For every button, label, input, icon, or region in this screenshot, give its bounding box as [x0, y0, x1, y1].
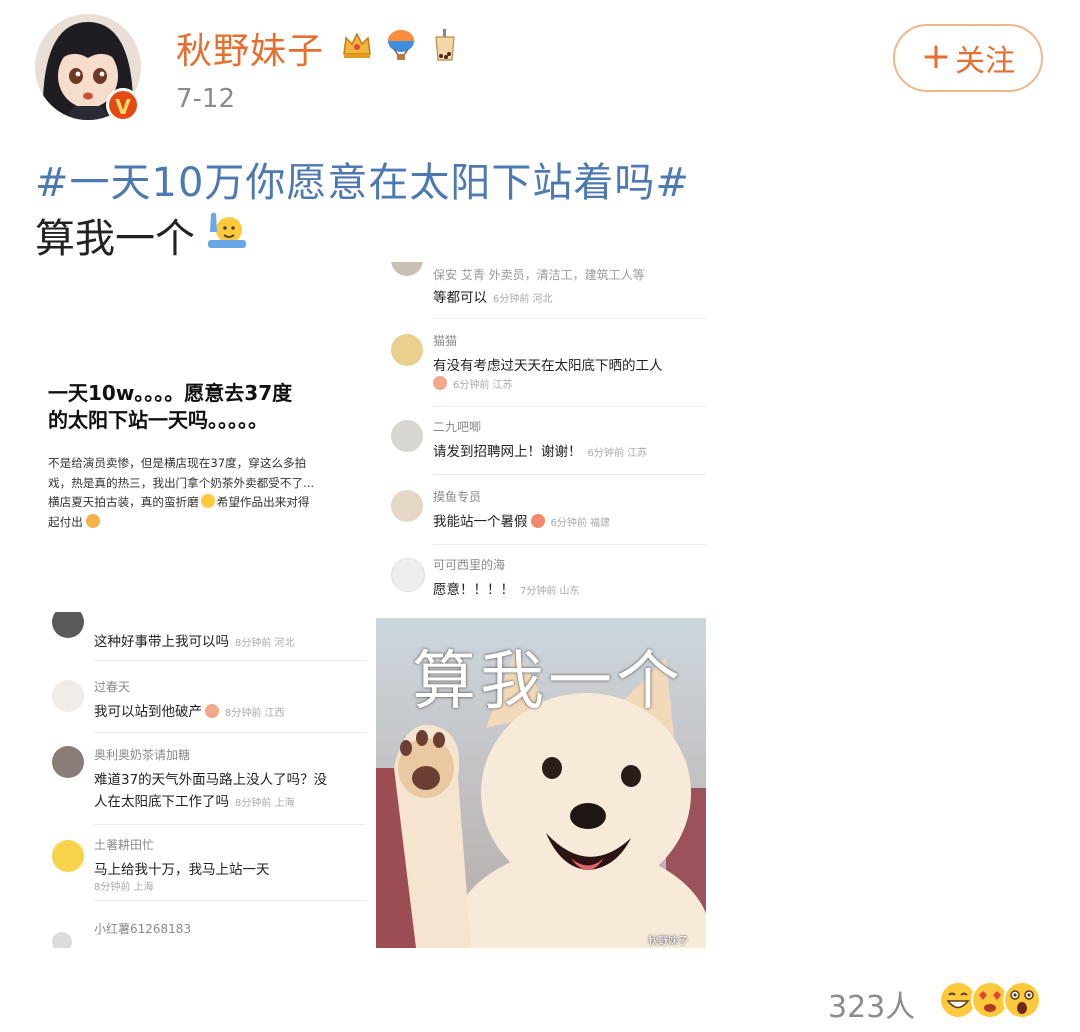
commenter-avatar — [52, 746, 84, 778]
commenter-avatar — [52, 840, 84, 872]
commenter-name: 土著耕田忙 — [94, 838, 155, 852]
commenter-avatar — [52, 932, 72, 948]
commenter-avatar — [391, 558, 425, 592]
comment-text: 有没有考虑过天天在太阳底下晒的工人 — [433, 358, 663, 374]
commenter-name: 猫猫 — [433, 334, 458, 348]
comment-meta: 8分钟前 上海 — [94, 882, 154, 893]
comment-item: 保安 艾青 外卖员，清洁工，建筑工人等 等都可以 6分钟前 河北 — [378, 262, 706, 319]
commenter-name: 可可西里的海 — [433, 558, 506, 572]
comment-meta: 8分钟前 上海 — [235, 798, 295, 809]
commenter-avatar — [391, 420, 423, 452]
bubble-tea-icon — [435, 29, 455, 61]
commenter-avatar — [391, 334, 423, 366]
plus-icon: + — [920, 35, 952, 77]
comment-text: 等都可以 — [433, 290, 487, 306]
follow-label: 关注 — [955, 44, 1016, 79]
comment-item: 二九吧唧 请发到招聘网上！谢谢！ 6分钟前 江苏 — [378, 418, 706, 475]
comment-meta: 6分钟前 江苏 — [453, 380, 513, 391]
comment-item: 摸鱼专员 我能站一个暑假 6分钟前 福建 — [378, 488, 706, 545]
raising-hand-emoji-icon — [208, 212, 246, 248]
comment-meta: 6分钟前 江苏 — [587, 448, 648, 459]
comment-text: 我能站一个暑假 — [433, 514, 528, 530]
reaction-count[interactable]: 323人 — [828, 982, 915, 1026]
author-name[interactable]: 秋野妹子 — [176, 22, 324, 74]
article-title: 一天10w。。。。愿意去37度 的太阳下站一天吗。。。。。 — [48, 380, 292, 434]
emoji-icon — [85, 513, 100, 528]
comment-text: 愿意！！！！ — [433, 582, 514, 598]
commenter-avatar — [391, 262, 423, 276]
commenter-avatar — [391, 490, 423, 522]
comment-text: 人在太阳底下工作了吗 — [94, 794, 229, 810]
article-title-line: 一天10w。。。。愿意去37度 — [48, 381, 293, 405]
hot-air-balloon-icon — [388, 30, 414, 60]
commenter-name: 小红薯61268183 — [94, 922, 192, 936]
commenter-avatar — [52, 612, 84, 638]
comment-text: 我可以站到他破产 — [94, 704, 202, 720]
comment-item: 小红薯61268183 — [40, 914, 366, 948]
comment-item: 过春天 我可以站到他破产 8分钟前 江西 — [40, 676, 366, 736]
sweat-smile-emoji-icon — [200, 494, 215, 508]
surprised-emoji-icon — [1003, 981, 1041, 1019]
comment-item: 奥利奥奶茶请加糖 难道37的天气外面马路上没人了吗？没 人在太阳底下工作了吗 8分… — [40, 746, 366, 826]
article-body-line: 横店夏天拍古装，真的蛮折磨 希望作品出来对得 — [48, 494, 310, 509]
comment-item: 土著耕田忙 马上给我十万，我马上站一天 8分钟前 上海 — [40, 836, 366, 906]
commenter-avatar — [52, 680, 84, 712]
commenter-name: 摸鱼专员 — [433, 490, 482, 504]
comment-meta: 6分钟前 福建 — [550, 518, 611, 529]
verified-badge: V — [106, 88, 140, 122]
image-watermark: 秋野妹子 — [648, 936, 688, 947]
comment-meta: 7分钟前 山东 — [520, 586, 580, 597]
article-body-line: 起付出 — [48, 513, 314, 533]
commenter-name: 二九吧唧 — [433, 420, 482, 434]
comment-text: 这种好事带上我可以吗 — [94, 634, 229, 650]
comment-meta: 8分钟前 江西 — [225, 708, 285, 719]
post-date: 7-12 — [176, 84, 236, 114]
comments-screenshot-right: 保安 艾青 外卖员，清洁工，建筑工人等 等都可以 6分钟前 河北 猫猫 有没有考虑… — [378, 262, 706, 612]
commenter-name: 过春天 — [94, 680, 131, 694]
article-title-line: 的太阳下站一天吗。。。。。 — [48, 408, 268, 432]
comment-item: 这种好事带上我可以吗 8分钟前 河北 — [40, 612, 366, 662]
comment-meta: 8分钟前 河北 — [235, 638, 295, 649]
follow-button[interactable]: + 关注 — [893, 24, 1043, 92]
comment-item: 猫猫 有没有考虑过天天在太阳底下晒的工人 6分钟前 江苏 — [378, 332, 706, 407]
topic-hashtag-link[interactable]: #一天10万你愿意在太阳下站着吗# — [35, 150, 690, 208]
comments-screenshot-left: 这种好事带上我可以吗 8分钟前 河北 过春天 我可以站到他破产 8分钟前 江西 奥利… — [40, 612, 366, 948]
comment-meta: 6分钟前 河北 — [493, 294, 553, 305]
article-body: 不是给演员卖惨，但是横店现在37度，穿这么多拍 戏，热是真的热三，我出门拿个奶茶… — [48, 454, 314, 532]
crown-icon — [343, 32, 371, 58]
comment-text: 请发到招聘网上！谢谢！ — [433, 444, 582, 460]
commenter-name: 奥利奥奶茶请加糖 — [94, 748, 191, 762]
article-body-line: 戏，热是真的热三，我出门拿个奶茶外卖都受不了... — [48, 475, 315, 490]
comment-text: 难道37的天气外面马路上没人了吗？没 — [94, 772, 328, 788]
comment-item: 可可西里的海 愿意！！！！ 7分钟前 山东 — [378, 556, 706, 608]
comment-text: 马上给我十万，我马上站一天 — [94, 862, 270, 878]
article-body-line: 不是给演员卖惨，但是横店现在37度，穿这么多拍 — [48, 456, 307, 470]
meme-caption: 算我一个 — [412, 645, 684, 719]
post-text: 算我一个 — [35, 216, 195, 262]
